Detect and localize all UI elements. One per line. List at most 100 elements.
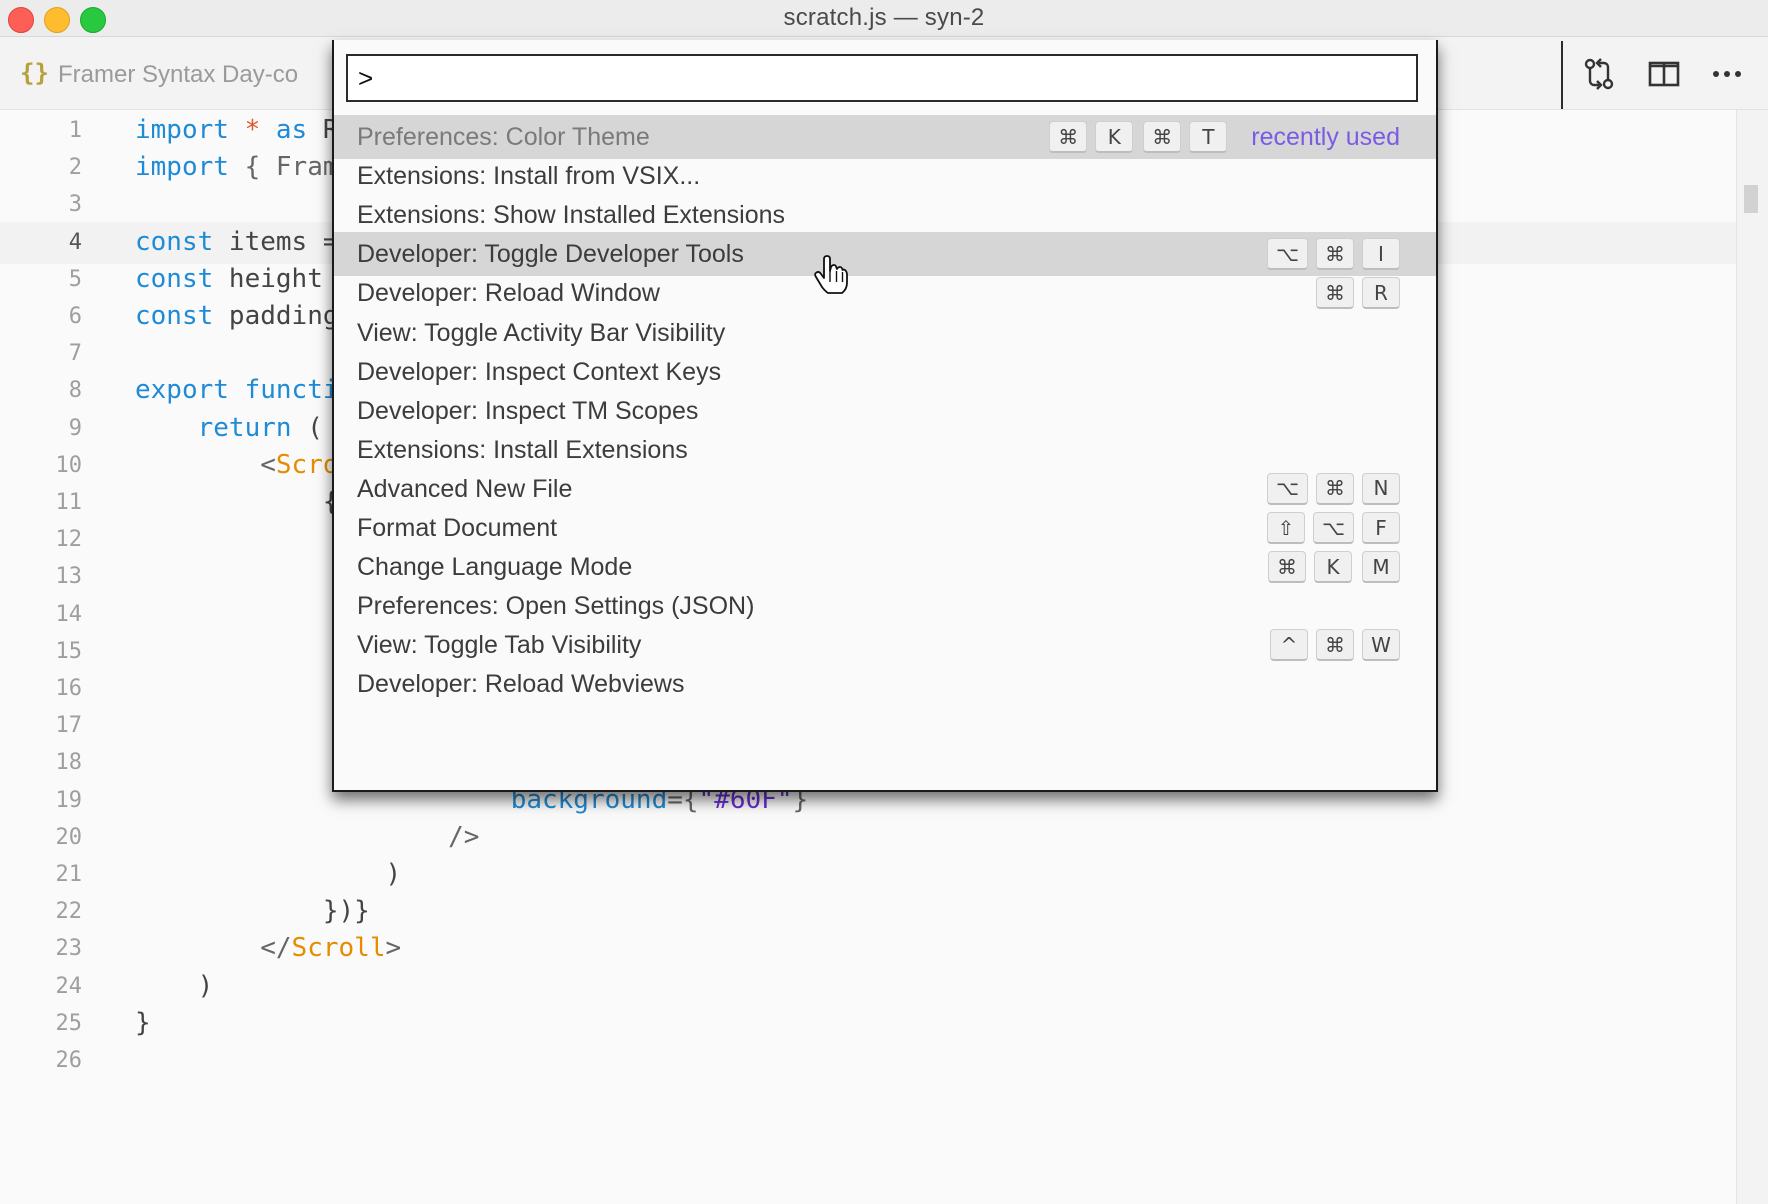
split-editor-icon[interactable] [1646,57,1682,91]
code-token: })} [135,896,370,927]
command-label: Developer: Reload Window [357,279,660,308]
keybinding: ^ ⌘ W [1270,629,1400,662]
command-item[interactable]: Extensions: Install Extensions [334,428,1436,472]
key-cap: K [1095,121,1134,153]
command-label: Preferences: Open Settings (JSON) [357,592,755,621]
window-title: scratch.js — syn-2 [783,4,985,31]
line-number: 14 [55,601,83,627]
command-label: Developer: Inspect TM Scopes [357,396,699,425]
code-token: * [244,115,261,145]
command-label: Change Language Mode [357,553,633,582]
compare-changes-icon[interactable] [1581,57,1617,91]
code-token: } [135,1007,151,1038]
command-item[interactable]: Extensions: Show Installed Extensions [334,193,1436,237]
more-actions-icon[interactable] [1709,57,1745,91]
code-text: } [135,1008,151,1038]
code-token: const [135,263,214,294]
command-item[interactable]: View: Toggle Tab Visibility ^ ⌘ W [334,623,1436,667]
key-chord: ⇧ ⌥ F [1266,512,1400,544]
key-cap: K [1314,551,1352,584]
command-item[interactable]: Developer: Toggle Developer Tools ⌥ ⌘ I [334,232,1436,277]
command-item[interactable]: Advanced New File ⌥ ⌘ N [334,467,1436,511]
command-label: Developer: Reload Webviews [357,670,685,699]
keybinding: ⇧ ⌥ F [1266,512,1400,544]
line-number: 1 [68,118,82,143]
code-text: import { Fram [135,152,339,182]
scrollbar-thumb[interactable] [1744,185,1758,213]
code-token: return [197,412,292,443]
line-number: 25 [55,1010,83,1036]
line-number: 8 [68,378,82,404]
code-text: export functi [135,375,339,405]
code-token: < [135,449,276,480]
key-cap: ⌘ [1143,121,1182,153]
line-number: 2 [68,155,82,181]
code-line[interactable]: 22 })} [0,891,1736,933]
keybinding: ⌘ K M [1268,551,1400,584]
key-chord: M [1362,551,1400,584]
hand-pointer-icon [814,255,848,295]
code-token: Scro [275,449,339,480]
code-line[interactable]: 26 [0,1040,1736,1082]
command-item[interactable]: Developer: Reload Window ⌘ R [334,271,1436,315]
code-token: height [213,263,323,294]
code-token: import [135,152,229,183]
command-item[interactable]: Preferences: Color Theme ⌘ K ⌘ Trecently use… [334,115,1436,159]
command-label: Advanced New File [357,474,573,503]
key-cap: ⌥ [1312,512,1354,544]
key-chord: ^ ⌘ W [1270,629,1400,662]
command-label: Preferences: Color Theme [357,123,650,151]
code-line[interactable]: 21 ) [0,854,1736,896]
line-number: 5 [68,266,82,292]
code-text: const height [135,264,323,294]
code-token: items = [213,226,339,257]
code-token: const [135,226,214,257]
code-text: /> [135,822,479,852]
command-label: Format Document [357,514,558,542]
keybinding: ⌥ ⌘ I [1266,238,1400,271]
command-item[interactable]: Developer: Reload Webviews [334,662,1436,706]
key-cap: ⌘ [1268,551,1306,584]
key-cap: F [1362,512,1400,544]
code-line[interactable]: 24 ) [0,966,1736,1008]
line-number: 15 [55,638,83,664]
key-cap: ⇧ [1266,512,1305,544]
command-item[interactable]: Change Language Mode ⌘ K M [334,545,1436,589]
editor-tab[interactable]: {} Framer Syntax Day-co [0,37,340,109]
line-number: 13 [55,564,83,590]
code-token: functi [244,375,339,406]
code-token: { Fram [228,152,339,183]
command-item[interactable]: Format Document ⇧ ⌥ F [334,506,1436,550]
code-line[interactable]: 23 </Scroll> [0,928,1736,970]
code-text: })} [135,896,370,926]
command-item[interactable]: Preferences: Open Settings (JSON) [334,584,1436,628]
title-bar: scratch.js — syn-2 [0,0,1768,37]
line-number: 26 [55,1048,83,1073]
command-label: View: Toggle Tab Visibility [357,631,642,660]
code-token: export [135,375,229,406]
code-token: Scroll [291,933,386,964]
code-text: { [135,487,339,517]
code-token: ) [135,970,214,1001]
command-item[interactable]: Developer: Inspect TM Scopes [334,389,1436,433]
key-chord: ⌥ ⌘ I [1266,238,1400,271]
command-label: Extensions: Install Extensions [357,435,688,464]
command-item[interactable]: View: Toggle Activity Bar Visibility [334,311,1436,355]
code-text: return ( [135,413,323,443]
line-number: 7 [68,341,82,367]
code-line[interactable]: 20 /> [0,817,1736,859]
command-label: Developer: Toggle Developer Tools [357,240,744,269]
command-item[interactable]: Extensions: Install from VSIX... [334,154,1436,198]
keybinding: ⌘ K ⌘ Trecently used [1049,121,1400,153]
command-palette-input[interactable] [346,54,1418,102]
command-item[interactable]: Developer: Inspect Context Keys [334,350,1436,394]
code-line[interactable]: 25} [0,1003,1736,1045]
line-number: 20 [55,824,83,850]
key-cap: ⌘ [1049,121,1088,153]
key-cap: R [1362,277,1400,310]
vertical-scrollbar[interactable] [1736,110,1768,1204]
